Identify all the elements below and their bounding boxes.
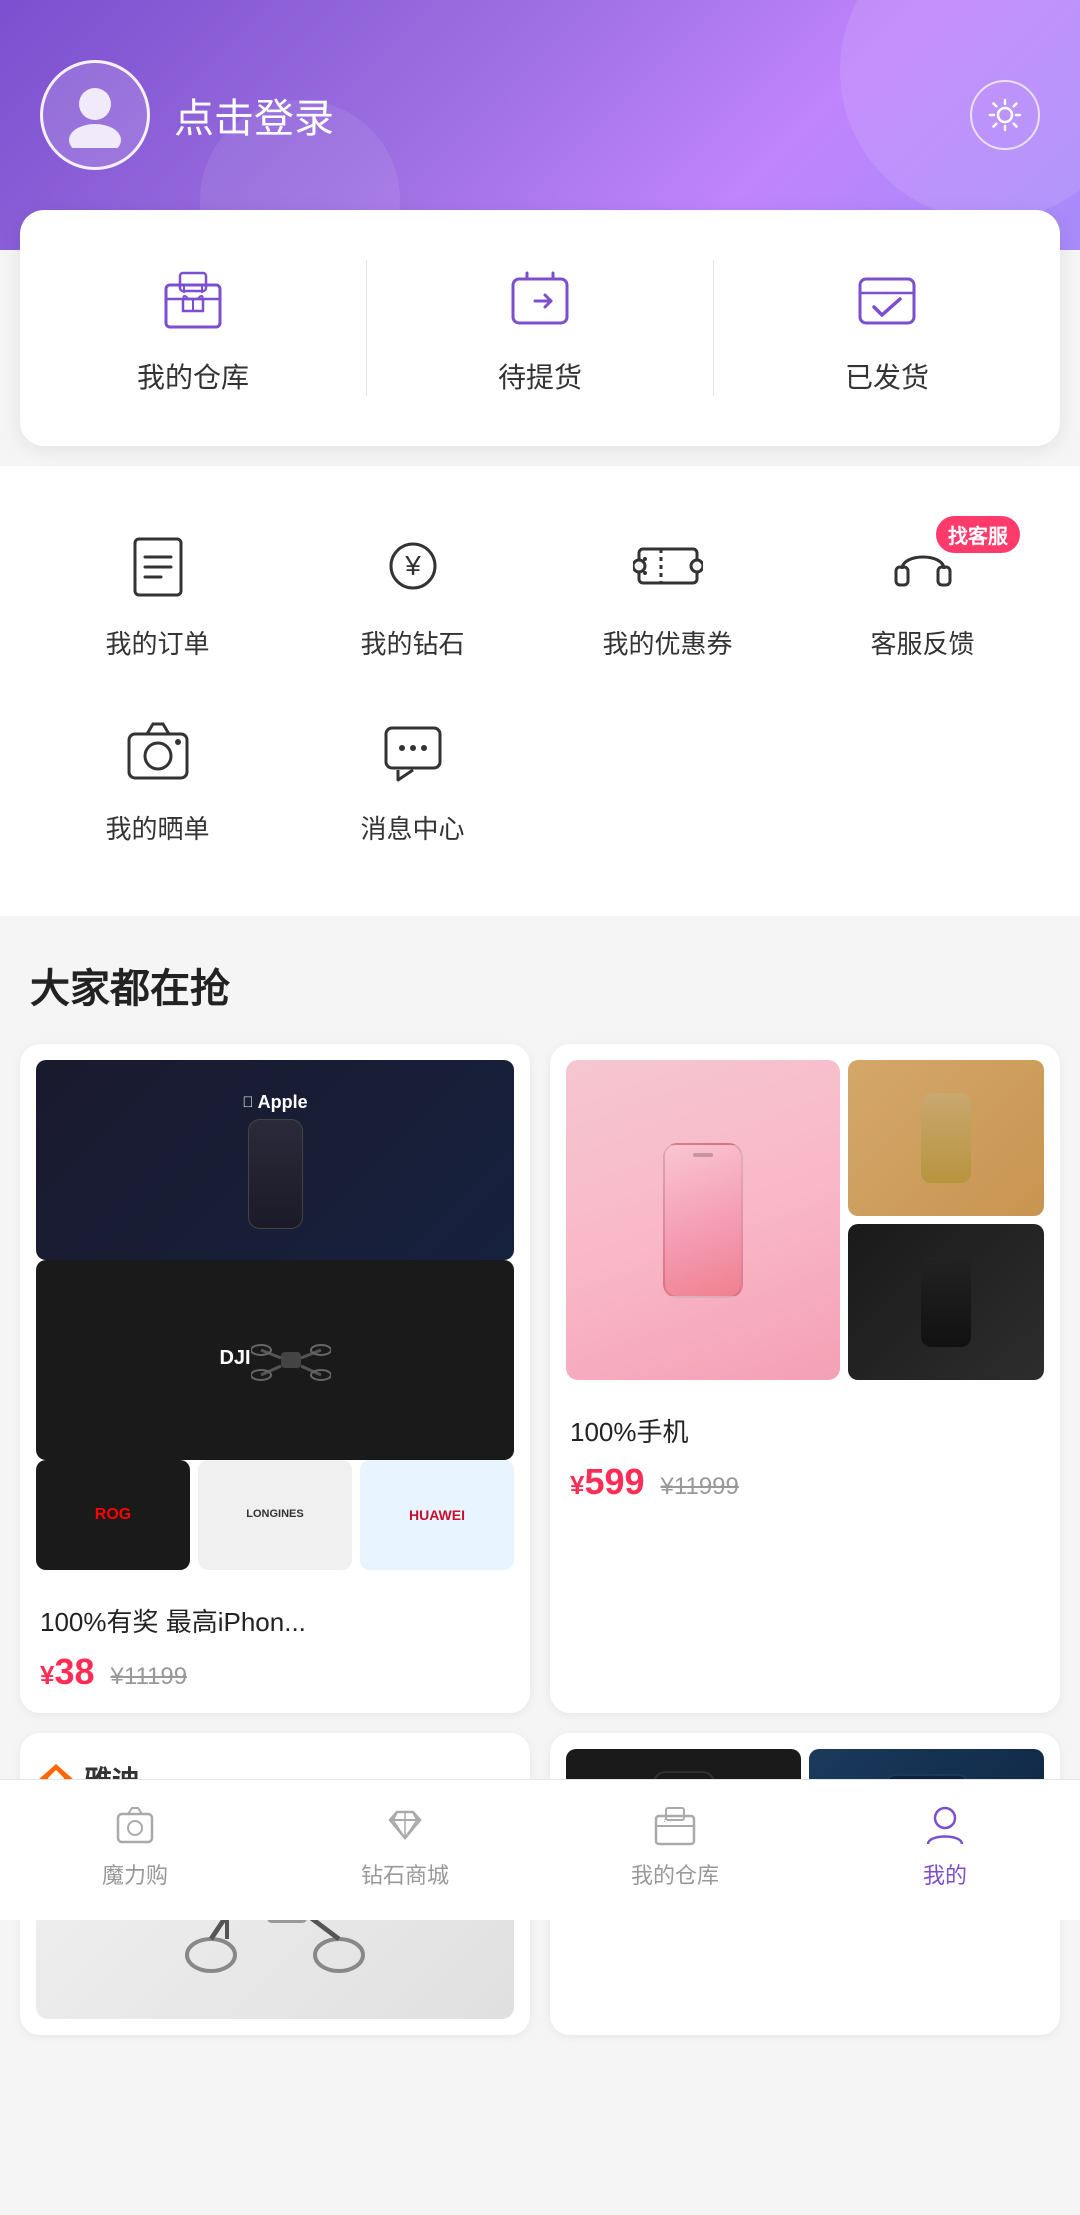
showcase-menu-item[interactable]: 我的晒单 — [30, 691, 285, 866]
magic-icon — [110, 1800, 160, 1850]
shipped-icon — [847, 260, 927, 340]
messages-label: 消息中心 — [360, 809, 464, 846]
camera-icon — [118, 711, 198, 791]
bottom-nav: 魔力购 钻石商城 ? 我的仓库 我的 — [0, 1779, 1080, 1920]
shipped-label: 已发货 — [845, 356, 929, 396]
nav-magic-label: 魔力购 — [102, 1858, 168, 1890]
warehouse-label: 我的仓库 — [137, 356, 249, 396]
nav-mine[interactable]: 我的 — [810, 1800, 1080, 1890]
feedback-label: 客服反馈 — [870, 624, 974, 661]
nav-diamond-icon — [380, 1800, 430, 1850]
settings-button[interactable] — [970, 80, 1040, 150]
nav-warehouse-label: 我的仓库 — [631, 1858, 719, 1890]
product2-info: 100%手机 ¥599 ¥11999 — [550, 1396, 1060, 1523]
customer-badge: 找客服 — [936, 516, 1020, 553]
product1-original-price: ¥11199 — [111, 1663, 188, 1691]
product1-price: ¥38 — [40, 1651, 95, 1693]
pending-item[interactable]: 待提货 — [367, 260, 714, 396]
product2-price: ¥599 — [570, 1461, 645, 1503]
product1-huawei-image: HUAWEI — [360, 1460, 514, 1570]
quick-menu: 我的订单 ¥ 我的钻石 — [0, 466, 1080, 916]
coupon-icon — [628, 526, 708, 606]
message-icon — [373, 711, 453, 791]
nav-magic[interactable]: 魔力购 — [0, 1800, 270, 1890]
product-card-1[interactable]:  Apple DJI — [20, 1044, 530, 1713]
diamond-label: 我的钻石 — [360, 624, 464, 661]
document-icon — [118, 526, 198, 606]
products-grid:  Apple DJI — [0, 1044, 1080, 1713]
warehouse-icon — [153, 260, 233, 340]
product1-side-image: DJI — [36, 1260, 514, 1460]
product-card-2[interactable]: 100%手机 ¥599 ¥11999 — [550, 1044, 1060, 1713]
diamond-menu-item[interactable]: ¥ 我的钻石 — [285, 506, 540, 681]
product1-title: 100%有奖 最高iPhon... — [40, 1602, 510, 1639]
product1-rog-image: ROG — [36, 1460, 190, 1570]
nav-mine-label: 我的 — [923, 1858, 967, 1890]
product2-main-image — [566, 1060, 840, 1380]
user-avatar-icon — [60, 78, 130, 153]
nav-diamond[interactable]: 钻石商城 — [270, 1800, 540, 1890]
product1-longines-image: LONGINES — [198, 1460, 352, 1570]
coupon-menu-item[interactable]: 我的优惠券 — [540, 506, 795, 681]
nav-mine-icon — [920, 1800, 970, 1850]
coupon-label: 我的优惠券 — [602, 624, 732, 661]
nav-warehouse[interactable]: ? 我的仓库 — [540, 1800, 810, 1890]
shipped-item[interactable]: 已发货 — [714, 260, 1060, 396]
feedback-menu-item[interactable]: 找客服 客服反馈 — [795, 506, 1050, 681]
login-button[interactable]: 点击登录 — [174, 86, 334, 144]
section-title: 大家都在抢 — [0, 916, 1080, 1044]
avatar[interactable] — [40, 60, 150, 170]
pending-icon — [500, 260, 580, 340]
diamond-icon: ¥ — [373, 526, 453, 606]
product2-original-price: ¥11999 — [661, 1473, 739, 1501]
messages-menu-item[interactable]: 消息中心 — [285, 691, 540, 866]
orders-label: 我的订单 — [105, 624, 209, 661]
pending-label: 待提货 — [498, 356, 582, 396]
product2-side-images — [848, 1060, 1044, 1380]
nav-diamond-label: 钻石商城 — [361, 1858, 449, 1890]
warehouse-card: 我的仓库 待提货 已发货 — [20, 210, 1060, 446]
product2-title: 100%手机 — [570, 1412, 1040, 1449]
product1-info: 100%有奖 最高iPhon... ¥38 ¥11199 — [20, 1586, 530, 1713]
nav-warehouse-icon: ? — [650, 1800, 700, 1850]
showcase-label: 我的晒单 — [105, 809, 209, 846]
svg-text:?: ? — [662, 1814, 668, 1825]
warehouse-item[interactable]: 我的仓库 — [20, 260, 367, 396]
orders-menu-item[interactable]: 我的订单 — [30, 506, 285, 681]
svg-text:¥: ¥ — [404, 550, 421, 581]
product1-main-image:  Apple — [36, 1060, 514, 1260]
